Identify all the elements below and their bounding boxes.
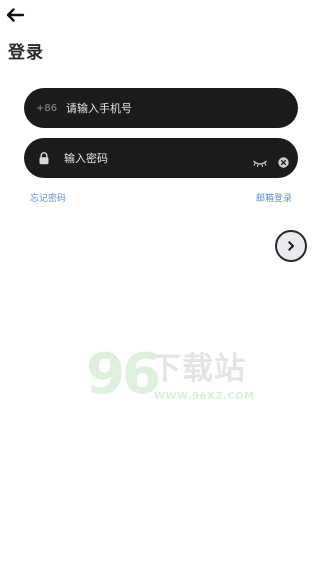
phone-input[interactable] (66, 101, 298, 115)
watermark-url: WWW.96XZ.COM (154, 391, 255, 402)
next-button[interactable] (275, 230, 307, 262)
password-input[interactable] (64, 151, 252, 165)
page-title: 登录 (8, 43, 44, 63)
country-code[interactable]: +86 (36, 103, 62, 114)
back-button[interactable] (4, 6, 26, 24)
forgot-password-link[interactable]: 忘记密码 (30, 191, 66, 204)
arrow-left-icon (6, 8, 25, 22)
clear-icon[interactable] (278, 153, 289, 168)
lock-icon (38, 151, 50, 165)
watermark-brand: 下载站 (150, 351, 246, 387)
chevron-right-icon (288, 241, 294, 251)
phone-field-container: +86 (24, 88, 298, 128)
email-login-link[interactable]: 邮箱登录 (256, 191, 292, 204)
password-field-container (24, 138, 298, 178)
watermark-number: 96 (86, 342, 161, 407)
watermark: 96 下载站 WWW.96XZ.COM (86, 345, 261, 413)
eye-closed-icon[interactable] (252, 153, 268, 168)
